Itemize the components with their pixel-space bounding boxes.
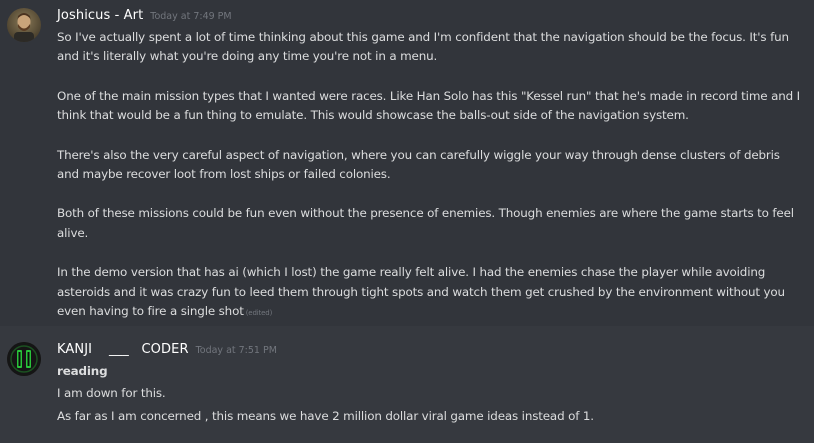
message-line: and maybe recover loot from lost ships o…: [57, 167, 391, 182]
user-avatar[interactable]: [7, 8, 41, 42]
message-text: even having to fire a single shot: [57, 304, 244, 319]
message-line: think that would be a fun thing to emula…: [57, 108, 689, 123]
message-line: reading: [57, 364, 108, 378]
message-line: As far as I am concerned , this means we…: [57, 408, 594, 423]
message-line: asteroids and it was crazy fun to leed t…: [57, 284, 785, 299]
username[interactable]: Joshicus - Art: [57, 8, 143, 23]
message-header: KANJI ___ CODER Today at 7:51 PM: [57, 342, 804, 362]
pause-logo-icon: [7, 342, 41, 376]
message-line: So I've actually spent a lot of time thi…: [57, 30, 789, 44]
timestamp[interactable]: Today at 7:49 PM: [150, 11, 231, 22]
message-header: Joshicus - Art Today at 7:49 PM: [57, 8, 804, 28]
message-line: One of the main mission types that I wan…: [57, 88, 800, 103]
message-line: I am down for this.: [57, 386, 166, 401]
message-group-joshicus: Joshicus - Art Today at 7:49 PM So I've …: [0, 0, 814, 326]
message-line: In the demo version that has ai (which I…: [57, 265, 766, 280]
message-group-kanji: KANJI ___ CODER Today at 7:51 PM reading…: [0, 326, 814, 426]
message-content: So I've actually spent a lot of time thi…: [57, 28, 804, 323]
timestamp[interactable]: Today at 7:51 PM: [196, 345, 277, 356]
message-content: reading I am down for this. As far as I …: [57, 362, 804, 426]
message-line: even having to fire a single shot (edited…: [57, 302, 804, 323]
message-line: Both of these missions could be fun even…: [57, 206, 794, 221]
message-line: and it's literally what you're doing any…: [57, 49, 438, 64]
user-avatar[interactable]: [7, 342, 41, 376]
avatar-portrait-icon: [7, 8, 41, 42]
username[interactable]: KANJI ___ CODER: [57, 342, 189, 357]
message-line: alive.: [57, 225, 89, 240]
message-line: There's also the very careful aspect of …: [57, 147, 780, 162]
edited-label: (edited): [245, 309, 273, 318]
